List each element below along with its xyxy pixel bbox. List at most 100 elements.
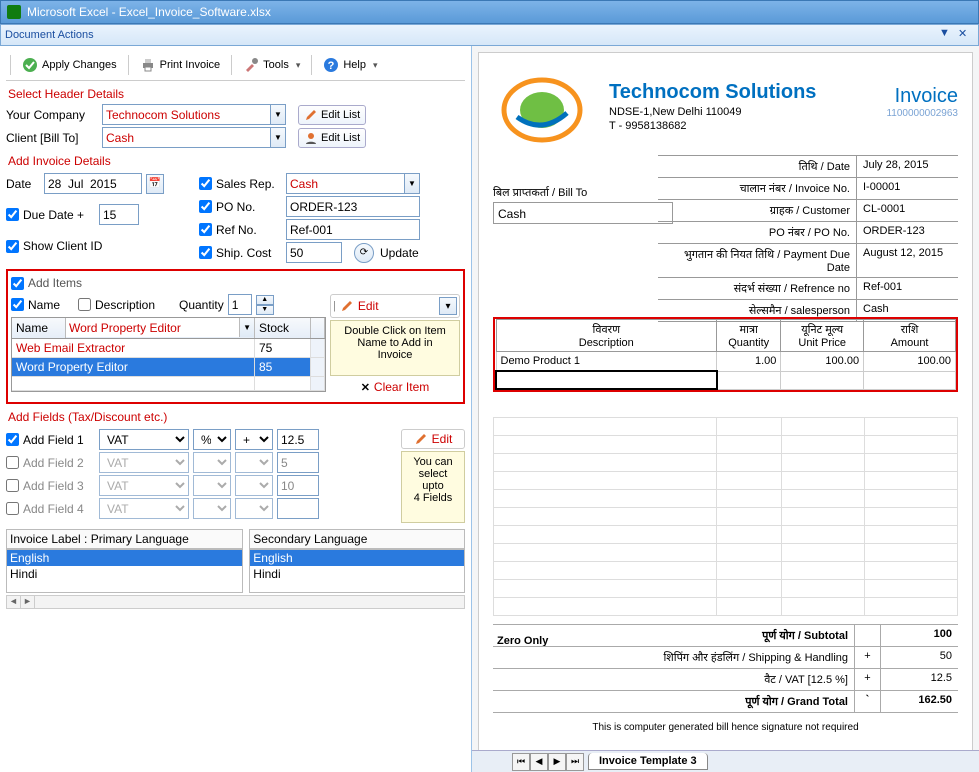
refresh-icon[interactable]: ⟳ [354, 243, 374, 263]
edit-dropdown-button[interactable]: ▾ [439, 297, 457, 315]
line-items-table: विवरणDescription मात्राQuantity यूनिट मू… [493, 317, 958, 392]
due-date-label: Due Date + [23, 208, 95, 222]
lang-option[interactable]: Hindi [250, 566, 464, 582]
primary-lang-label: Invoice Label : Primary Language [6, 529, 243, 549]
client-input[interactable] [102, 127, 270, 148]
due-date-checkbox[interactable] [6, 208, 19, 221]
name-checkbox[interactable] [11, 298, 24, 311]
edit-company-list-button[interactable]: Edit List [298, 105, 366, 125]
company-combo[interactable]: ▼ [102, 104, 286, 125]
chevron-down-icon[interactable]: ▼ [239, 318, 254, 337]
edit-item-button[interactable]: Edit [358, 299, 379, 313]
help-menu[interactable]: ? Help [316, 53, 384, 77]
company-address: NDSE-1,New Delhi 110049 [609, 106, 816, 118]
add-items-section: Add Items Name Description Quantity ▲ ▼ [6, 269, 465, 404]
tools-menu[interactable]: Tools [236, 53, 307, 77]
show-client-id-checkbox[interactable] [6, 240, 19, 253]
refno-label: Ref No. [216, 223, 282, 237]
items-grid: Name ▼ Stock Web Email Extractor 75 Word… [11, 317, 326, 392]
x-icon: ✕ [361, 381, 370, 394]
item-row-selected[interactable]: Word Property Editor 85 [12, 358, 325, 377]
name-filter-input[interactable] [66, 318, 239, 337]
qty-down-button[interactable]: ▼ [256, 305, 274, 315]
date-input[interactable] [44, 173, 142, 194]
pono-input[interactable] [286, 196, 420, 217]
client-label: Client [Bill To] [6, 131, 98, 145]
check-icon [22, 57, 38, 73]
chevron-down-icon[interactable]: ▼ [270, 127, 286, 148]
invoice-title: Invoice [886, 85, 958, 108]
refno-input[interactable] [286, 219, 420, 240]
field1-value[interactable] [277, 429, 319, 450]
date-label: Date [6, 177, 40, 191]
primary-lang-list[interactable]: English Hindi [6, 549, 243, 593]
salesrep-input[interactable] [286, 173, 404, 194]
name-chk-label: Name [28, 298, 74, 312]
update-label: Update [380, 246, 419, 260]
field1-checkbox[interactable] [6, 433, 19, 446]
company-block: Technocom Solutions NDSE-1,New Delhi 110… [609, 81, 816, 132]
company-logo [497, 75, 587, 145]
item-row[interactable]: Web Email Extractor 75 [12, 339, 325, 358]
edit-client-list-button[interactable]: Edit List [298, 128, 366, 148]
salesrep-label: Sales Rep. [216, 177, 282, 191]
shipcost-input[interactable] [286, 242, 342, 263]
pencil-icon [340, 299, 354, 313]
secondary-lang-list[interactable]: English Hindi [249, 549, 465, 593]
chevron-down-icon[interactable]: ▼ [404, 173, 420, 194]
active-cell[interactable] [496, 371, 717, 389]
refno-checkbox[interactable] [199, 223, 212, 236]
lang-option[interactable]: Hindi [7, 566, 242, 582]
col-name-header: Name [12, 318, 66, 338]
field1-unit[interactable]: % [193, 429, 231, 450]
field1-op[interactable]: + [235, 429, 273, 450]
select-header-title: Select Header Details [8, 87, 465, 101]
field1-type[interactable]: VAT [99, 429, 189, 450]
field4-checkbox[interactable] [6, 502, 19, 515]
clear-item-button[interactable]: ✕ Clear Item [330, 380, 460, 394]
company-input[interactable] [102, 104, 270, 125]
add-items-label: Add Items [28, 276, 82, 290]
horizontal-scrollbar[interactable]: ◄► [6, 595, 465, 609]
tab-prev-icon[interactable]: ◀ [530, 753, 548, 771]
edit-fields-button[interactable]: Edit [401, 429, 465, 449]
description-chk-label: Description [95, 298, 175, 312]
help-icon: ? [323, 57, 339, 73]
close-icon[interactable]: ✕ [958, 27, 974, 43]
quantity-input[interactable] [228, 294, 252, 315]
description-checkbox[interactable] [78, 298, 91, 311]
client-combo[interactable]: ▼ [102, 127, 286, 148]
sheet-tab[interactable]: Invoice Template 3 [588, 753, 708, 770]
svg-text:?: ? [328, 60, 335, 72]
shipcost-checkbox[interactable] [199, 246, 212, 259]
line-item-row[interactable]: Demo Product 1 1.00 100.00 100.00 [496, 352, 956, 372]
pono-label: PO No. [216, 200, 282, 214]
fields-hint: You canselectupto4 Fields [401, 451, 465, 523]
pono-checkbox[interactable] [199, 200, 212, 213]
date-picker-button[interactable]: 📅 [146, 174, 164, 194]
print-invoice-button[interactable]: Print Invoice [133, 53, 228, 77]
due-days-input[interactable] [99, 204, 139, 225]
tab-first-icon[interactable]: ⏮ [512, 753, 530, 771]
lang-option[interactable]: English [7, 550, 242, 566]
field2-checkbox[interactable] [6, 456, 19, 469]
col-stock-header: Stock [255, 318, 311, 338]
chevron-down-icon[interactable]: ▼ [270, 104, 286, 125]
field3-checkbox[interactable] [6, 479, 19, 492]
company-phone: T - 9958138682 [609, 120, 816, 132]
apply-changes-button[interactable]: Apply Changes [15, 53, 124, 77]
qty-up-button[interactable]: ▲ [256, 295, 274, 305]
footer-note: This is computer generated bill hence si… [479, 722, 972, 733]
your-company-label: Your Company [6, 108, 98, 122]
app-name: Microsoft Excel - [27, 5, 116, 19]
tab-last-icon[interactable]: ⏭ [566, 753, 584, 771]
lang-option[interactable]: English [250, 550, 464, 566]
tab-nav[interactable]: ⏮ ◀ ▶ ⏭ [512, 753, 584, 771]
show-client-id-label: Show Client ID [23, 239, 102, 253]
pencil-icon [414, 432, 428, 446]
dropdown-icon[interactable]: ▼ [939, 27, 955, 43]
add-items-checkbox[interactable] [11, 277, 24, 290]
quantity-label: Quantity [179, 298, 224, 312]
salesrep-checkbox[interactable] [199, 177, 212, 190]
tab-next-icon[interactable]: ▶ [548, 753, 566, 771]
